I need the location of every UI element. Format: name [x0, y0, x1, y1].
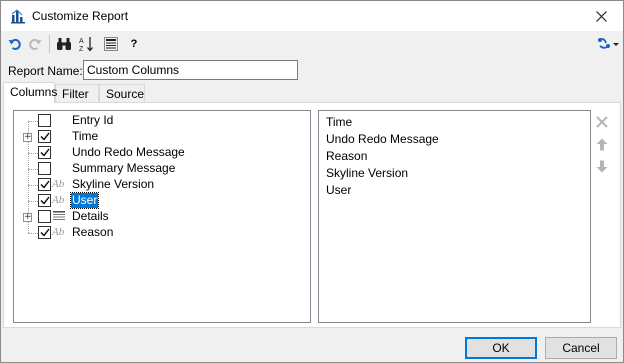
- tree-item[interactable]: Ab Skyline Version: [14, 177, 310, 193]
- list-item[interactable]: Skyline Version: [326, 165, 408, 181]
- redo-icon: [29, 38, 42, 50]
- share-dropdown-button[interactable]: [597, 36, 619, 52]
- undo-icon: [8, 38, 21, 50]
- expand-icon[interactable]: +: [23, 133, 32, 142]
- tree-item[interactable]: + Details: [14, 209, 310, 225]
- tab-source[interactable]: Source: [99, 84, 145, 102]
- help-button[interactable]: ?: [126, 36, 142, 52]
- tree-item[interactable]: Ab Reason: [14, 225, 310, 241]
- expand-icon[interactable]: +: [23, 213, 32, 222]
- checkmark-icon: [40, 132, 50, 141]
- tree-item-checkbox[interactable]: [38, 194, 51, 207]
- tree-item-checkbox[interactable]: [38, 210, 51, 223]
- window-title: Customize Report: [32, 9, 129, 23]
- sort-az-icon: A Z: [79, 37, 93, 52]
- tree-connector: [28, 201, 38, 202]
- text-type-icon: Ab: [52, 194, 65, 206]
- find-button[interactable]: [56, 36, 72, 52]
- tree-item[interactable]: Undo Redo Message: [14, 145, 310, 161]
- tree-item-label: Reason: [72, 225, 114, 239]
- remove-column-button[interactable]: [594, 114, 610, 130]
- tree-item-label: Details: [72, 209, 109, 223]
- list-item[interactable]: Time: [326, 114, 352, 130]
- tree-item[interactable]: Summary Message: [14, 161, 310, 177]
- list-item[interactable]: Reason: [326, 148, 367, 164]
- move-up-icon: [596, 138, 608, 150]
- toolbar-separator: [49, 35, 50, 53]
- close-icon: [595, 10, 607, 22]
- tree-item-label: Entry Id: [72, 113, 114, 127]
- list-item[interactable]: Undo Redo Message: [326, 131, 439, 147]
- remove-x-icon: [596, 116, 608, 128]
- tree-item[interactable]: Entry Id: [14, 113, 310, 129]
- title-bar: Customize Report: [1, 1, 623, 31]
- text-type-icon: Ab: [52, 226, 65, 238]
- tree-item-checkbox[interactable]: [38, 178, 51, 191]
- tree-item[interactable]: + Time: [14, 129, 310, 145]
- checkmark-icon: [40, 228, 50, 237]
- close-button[interactable]: [579, 1, 623, 31]
- checkmark-icon: [40, 148, 50, 157]
- customize-report-dialog: Customize Report A Z ? Report Name: Cust…: [0, 0, 624, 363]
- tree-item-checkbox[interactable]: [38, 162, 51, 175]
- text-type-icon: Ab: [52, 178, 65, 190]
- tree-item-label: Skyline Version: [72, 177, 155, 191]
- column-tree[interactable]: Entry Id + Time Undo Redo Message Summar…: [13, 110, 311, 323]
- move-down-icon: [596, 160, 608, 172]
- tree-item-checkbox[interactable]: [38, 114, 51, 127]
- list-item[interactable]: User: [326, 182, 351, 198]
- cancel-button[interactable]: Cancel: [545, 337, 617, 359]
- list-type-icon: [52, 210, 68, 224]
- column-grid-icon: [104, 37, 118, 51]
- tree-item-label-selected: User: [69, 192, 100, 209]
- tab-columns[interactable]: Columns: [3, 82, 57, 103]
- tree-item-checkbox[interactable]: [38, 146, 51, 159]
- ok-button[interactable]: OK: [465, 337, 537, 359]
- tree-connector: [28, 185, 38, 186]
- svg-text:A: A: [79, 38, 84, 45]
- columns-button[interactable]: [103, 36, 119, 52]
- tree-connector: [28, 169, 38, 170]
- report-name-label: Report Name:: [8, 64, 83, 78]
- report-name-input[interactable]: [83, 60, 298, 80]
- tree-item-label: Time: [72, 129, 99, 143]
- binoculars-icon: [57, 38, 71, 50]
- selected-columns-list[interactable]: Time Undo Redo Message Reason Skyline Ve…: [318, 110, 591, 323]
- sort-button[interactable]: A Z: [79, 36, 95, 52]
- tree-item-checkbox[interactable]: [38, 130, 51, 143]
- tab-filter[interactable]: Filter: [55, 84, 99, 102]
- tree-connector: [28, 153, 38, 154]
- undo-button[interactable]: [7, 36, 23, 52]
- tree-connector: [28, 233, 38, 234]
- tree-item[interactable]: Ab User: [14, 192, 310, 209]
- app-icon: [10, 9, 26, 24]
- svg-text:Z: Z: [79, 46, 84, 52]
- tree-connector: [28, 121, 38, 122]
- redo-button[interactable]: [27, 36, 43, 52]
- toolbar: A Z ?: [1, 31, 623, 57]
- columns-tab-panel: Entry Id + Time Undo Redo Message Summar…: [3, 102, 621, 328]
- share-dropdown-icon: [598, 38, 619, 49]
- checkmark-icon: [40, 196, 50, 205]
- checkmark-icon: [40, 180, 50, 189]
- move-down-button[interactable]: [594, 158, 610, 174]
- tree-item-label: Summary Message: [72, 161, 176, 175]
- tree-item-label: Undo Redo Message: [72, 145, 185, 159]
- move-up-button[interactable]: [594, 136, 610, 152]
- tree-item-checkbox[interactable]: [38, 226, 51, 239]
